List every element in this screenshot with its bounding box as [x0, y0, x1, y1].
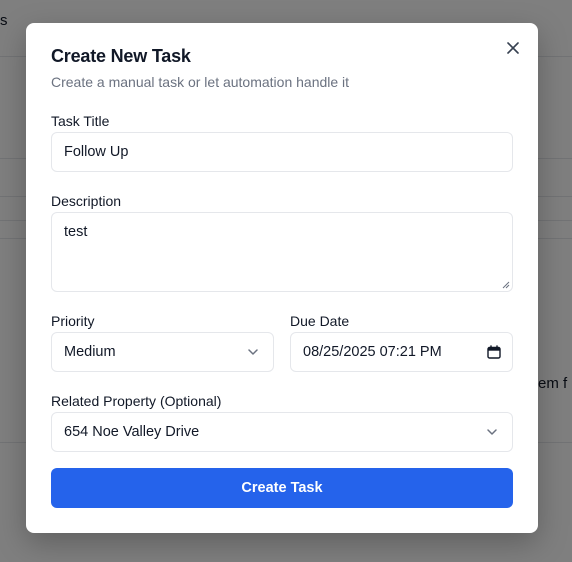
- task-title-label: Task Title: [51, 113, 110, 129]
- task-title-value: Follow Up: [64, 144, 129, 160]
- description-value: test: [64, 224, 88, 240]
- description-label: Description: [51, 193, 122, 209]
- chevron-down-icon: [248, 349, 258, 355]
- calendar-icon[interactable]: [487, 345, 501, 359]
- due-date-label: Due Date: [290, 313, 350, 329]
- dialog-title: Create New Task: [51, 46, 191, 66]
- related-property-value: 654 Noe Valley Drive: [64, 424, 200, 440]
- chevron-down-icon: [487, 429, 497, 435]
- priority-select[interactable]: Medium: [51, 332, 274, 372]
- priority-value: Medium: [64, 344, 116, 360]
- task-title-input[interactable]: Follow Up: [51, 132, 513, 172]
- related-property-label: Related Property (Optional): [51, 393, 222, 409]
- due-date-value: 08/25/2025 07:21 PM: [303, 344, 442, 360]
- close-icon: [507, 42, 519, 54]
- close-button[interactable]: [504, 39, 522, 57]
- dialog-subtitle: Create a manual task or let automation h…: [51, 74, 350, 90]
- related-property-select[interactable]: 654 Noe Valley Drive: [51, 412, 513, 452]
- resize-handle-icon[interactable]: [502, 281, 510, 289]
- priority-label: Priority: [51, 313, 95, 329]
- due-date-input[interactable]: 08/25/2025 07:21 PM: [290, 332, 513, 372]
- description-textarea[interactable]: test: [51, 212, 513, 292]
- create-task-button[interactable]: Create Task: [51, 468, 513, 508]
- create-task-dialog: Create New Task Create a manual task or …: [26, 23, 538, 533]
